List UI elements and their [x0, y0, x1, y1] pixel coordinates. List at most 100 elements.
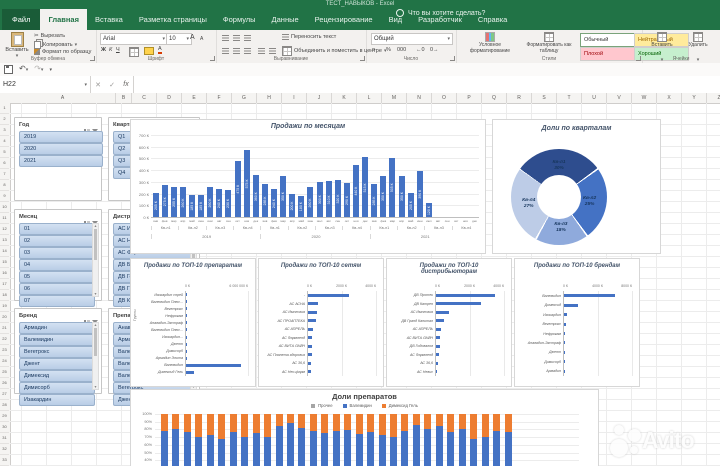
number-dialog-launcher[interactable] [450, 56, 455, 61]
slicer-multiselect-icon[interactable] [84, 214, 90, 227]
slicer-item[interactable]: 2019 [19, 131, 103, 143]
column-header-A[interactable]: A [10, 93, 116, 103]
column-header-J[interactable]: J [307, 93, 332, 103]
slicer-item[interactable]: 2021 [19, 155, 103, 167]
column-header-D[interactable]: D [157, 93, 182, 103]
row-header-6[interactable]: 6 [0, 158, 9, 169]
chart-top10_distributors[interactable]: Продажи по ТОП-10 дистрибьюторам 0 К 2000 … [386, 258, 512, 387]
format-painter-button[interactable]: Формат по образцу [34, 49, 91, 55]
column-header-K[interactable]: K [332, 93, 357, 103]
cancel-formula-button[interactable]: ✕ [91, 76, 105, 93]
row-header-28[interactable]: 28 [0, 400, 9, 411]
scroll-thumb[interactable] [94, 229, 97, 260]
align-middle-icon[interactable] [233, 35, 240, 41]
slicer-Год[interactable]: Год 2019 2020 2021 [14, 117, 103, 201]
shrink-font-button[interactable]: А [200, 36, 203, 42]
row-header-25[interactable]: 25 [0, 367, 9, 378]
align-center-icon[interactable] [233, 48, 240, 54]
slicer-item[interactable]: Вегетрокс [19, 346, 95, 358]
column-header-V[interactable]: V [607, 93, 632, 103]
row-header-16[interactable]: 16 [0, 268, 9, 279]
align-top-icon[interactable] [222, 35, 229, 41]
save-button[interactable] [4, 65, 13, 74]
column-header-I[interactable]: I [282, 93, 307, 103]
percent-style-button[interactable]: % [386, 47, 391, 53]
font-size-select[interactable]: 10 ▾ [166, 33, 192, 45]
decrease-decimal-button[interactable]: 0→ [430, 47, 439, 53]
slicer-item[interactable]: Изакардин [19, 394, 95, 406]
chart-quarter-shares[interactable]: Доли по кварталам Кв-л1 30% Кв-л2 25% Кв-л3 18… [492, 119, 661, 254]
row-header-2[interactable]: 2 [0, 114, 9, 125]
column-header-R[interactable]: R [507, 93, 532, 103]
name-box[interactable]: H22 ▾ [0, 76, 91, 93]
fill-color-button[interactable] [144, 47, 154, 55]
slicer-multiselect-icon[interactable] [84, 313, 90, 326]
column-header-W[interactable]: W [632, 93, 657, 103]
row-header-5[interactable]: 5 [0, 147, 9, 158]
slicer-item[interactable]: 01 [19, 223, 95, 235]
copy-button[interactable]: Копировать ▾ [34, 41, 77, 49]
qat-customize-button[interactable]: ▾ [49, 65, 52, 75]
column-header-U[interactable]: U [582, 93, 607, 103]
slicer-clear-filter-icon[interactable] [92, 122, 98, 135]
slicer-scrollbar[interactable]: ▲▼ [92, 223, 99, 297]
row-header-22[interactable]: 22 [0, 334, 9, 345]
cut-button[interactable]: ✂ Вырезать [34, 33, 65, 39]
column-header-E[interactable]: E [182, 93, 207, 103]
font-family-select[interactable]: Arial ▾ [100, 33, 168, 45]
align-bottom-icon[interactable] [244, 35, 251, 41]
column-header-C[interactable]: C [132, 93, 157, 103]
slicer-item[interactable]: Димексид [19, 370, 95, 382]
tab-Рецензирование[interactable]: Рецензирование [307, 9, 381, 30]
italic-button[interactable]: К [109, 47, 112, 53]
row-header-17[interactable]: 17 [0, 279, 9, 290]
slicer-item[interactable]: Валемидин [19, 334, 95, 346]
font-color-button[interactable]: А [158, 46, 162, 54]
slicer-scrollbar[interactable]: ▲▼ [92, 322, 99, 390]
column-header-G[interactable]: G [232, 93, 257, 103]
row-header-3[interactable]: 3 [0, 125, 9, 136]
slicer-item[interactable]: 07 [19, 295, 95, 307]
comma-style-button[interactable]: 000 [397, 47, 406, 53]
accounting-format-button[interactable]: ¤ [372, 47, 375, 53]
paste-button[interactable]: Вставить ▾ [4, 32, 30, 59]
row-header-29[interactable]: 29 [0, 411, 9, 422]
scroll-up-arrow[interactable]: ▲ [93, 323, 98, 327]
slicer-item[interactable]: Армадин [19, 322, 95, 334]
row-header-10[interactable]: 10 [0, 202, 9, 213]
insert-function-button[interactable]: fx [119, 76, 133, 93]
cell-style-normal[interactable]: Обычный [580, 33, 637, 47]
row-header-12[interactable]: 12 [0, 224, 9, 235]
wrap-text-button[interactable]: Переносить текст [282, 34, 336, 40]
tab-Разметка страницы[interactable]: Разметка страницы [131, 9, 215, 30]
bold-button[interactable]: Ж [101, 47, 106, 53]
increase-indent-icon[interactable] [269, 48, 276, 54]
formula-input[interactable] [133, 76, 720, 93]
row-header-27[interactable]: 27 [0, 389, 9, 400]
number-format-select[interactable]: Общий ▾ [371, 33, 453, 45]
row-header-13[interactable]: 13 [0, 235, 9, 246]
column-header-O[interactable]: O [432, 93, 457, 103]
column-header-S[interactable]: S [532, 93, 557, 103]
tab-Вставка[interactable]: Вставка [87, 9, 131, 30]
row-header-26[interactable]: 26 [0, 378, 9, 389]
column-header-L[interactable]: L [357, 93, 382, 103]
tell-me-search[interactable]: Что вы хотите сделать? [396, 9, 485, 17]
chart-drug-shares[interactable]: Доли препаратов Прочее Валемидин Димексид Г… [130, 389, 599, 466]
row-header-24[interactable]: 24 [0, 356, 9, 367]
row-header-11[interactable]: 11 [0, 213, 9, 224]
font-dialog-launcher[interactable] [210, 56, 215, 61]
decrease-indent-icon[interactable] [258, 48, 265, 54]
alignment-dialog-launcher[interactable] [360, 56, 365, 61]
column-header-B[interactable]: B [116, 93, 132, 103]
slicer-item[interactable]: Джент [19, 358, 95, 370]
row-header-9[interactable]: 9 [0, 191, 9, 202]
redo-button[interactable]: ↷▾ [34, 64, 43, 75]
row-header-31[interactable]: 31 [0, 433, 9, 444]
column-header-X[interactable]: X [657, 93, 682, 103]
row-header-14[interactable]: 14 [0, 246, 9, 257]
align-right-icon[interactable] [244, 48, 251, 54]
sheet-canvas[interactable]: Год 2019 2020 2021 Квартал Q1 Q2 Q3 Q4 Месяц 01 02 0… [10, 103, 720, 466]
column-header-N[interactable]: N [407, 93, 432, 103]
row-header-19[interactable]: 19 [0, 301, 9, 312]
